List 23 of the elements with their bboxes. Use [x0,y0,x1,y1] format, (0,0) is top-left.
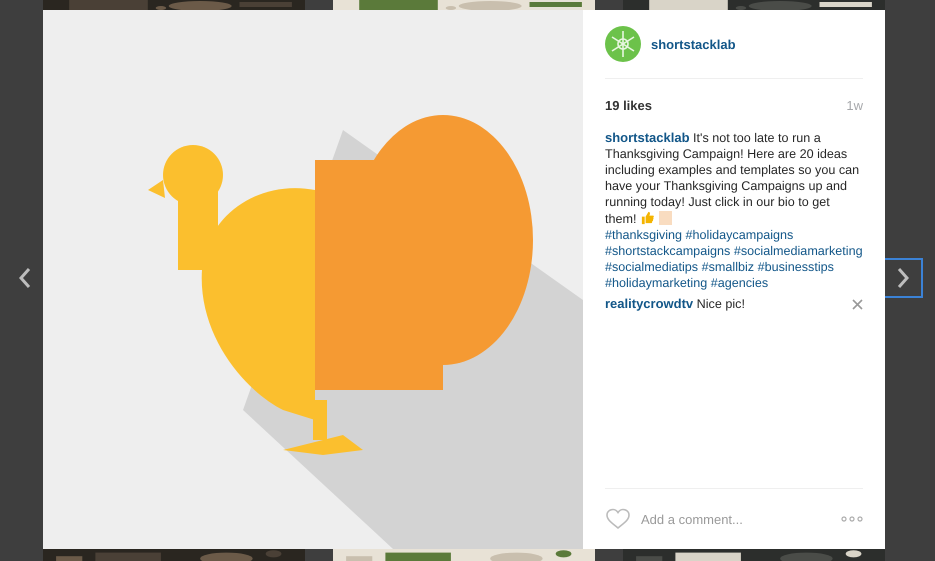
hashtag-link[interactable]: #businesstips [758,260,834,274]
hashtag-link[interactable]: #agencies [710,276,768,290]
comment-text: realitycrowdtv Nice pic! [605,296,745,312]
square-icon [658,211,672,225]
username-link[interactable]: shortstacklab [651,36,736,52]
hashtag-link[interactable]: #smallbiz [702,260,754,274]
hashtag-link[interactable]: #socialmediatips [605,260,698,274]
hashtag-link[interactable]: #thanksgiving [605,228,682,242]
hashtag-link[interactable]: #socialmediamarketing [734,244,863,258]
hashtag-link[interactable]: #shortstackcampaigns [605,244,730,258]
more-options-icon[interactable] [841,516,863,522]
username-link[interactable]: shortstacklab [605,130,690,145]
caption-text: shortstacklab It's not too late to run a Thanksgiving Campaign! Here are 20 ideas including examples and templates so you can have your Thanksgiving Campaigns up and running today! Just click in our bio to get them! #thanksgiving #holidaycampaigns #shortstackcampaigns #socialmediamarketing #socialmediatips #smallbiz #businesstips #holidaymarketing #agencies [605,130,863,291]
hashtag-link[interactable]: #holidaycampaigns [686,228,794,242]
close-icon[interactable] [852,298,863,310]
hashtag-link[interactable]: #holidaymarketing [605,276,708,290]
thumbs-up-icon [640,210,655,225]
chevron-left-icon [19,267,31,289]
comment-input[interactable]: Add a comment... [641,512,831,526]
likes-count[interactable]: 19 likes [605,98,652,113]
snowflake-avatar-icon[interactable] [605,26,641,62]
chevron-right-icon [897,267,909,289]
username-link[interactable]: realitycrowdtv [605,296,694,311]
